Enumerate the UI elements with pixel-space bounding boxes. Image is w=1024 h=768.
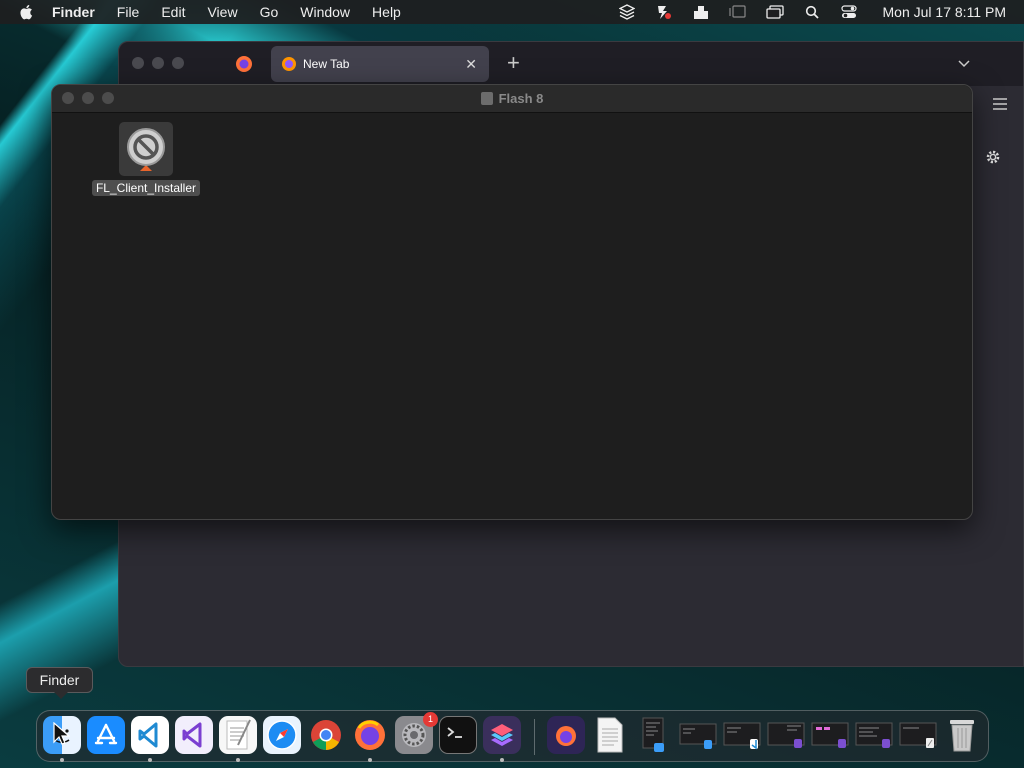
dock: 1 — [36, 710, 989, 762]
firefox-icon[interactable] — [351, 716, 389, 754]
running-indicator — [500, 758, 504, 762]
window-title-text: Flash 8 — [498, 91, 544, 106]
finder-titlebar[interactable]: Flash 8 — [52, 85, 972, 113]
visual-studio-icon[interactable] — [175, 716, 213, 754]
minimize-button[interactable] — [152, 57, 164, 69]
apple-menu-icon[interactable] — [18, 3, 36, 21]
search-icon[interactable] — [803, 4, 821, 20]
window-thumb-icon[interactable] — [811, 716, 849, 754]
disk-volume-icon — [480, 92, 493, 105]
settings-icon[interactable]: 1 — [395, 712, 438, 754]
app-store-icon[interactable] — [87, 716, 125, 754]
window-thumb-icon[interactable] — [679, 716, 717, 754]
browser-traffic-lights — [132, 57, 192, 69]
menu-extras: Mon Jul 17 8:11 PM — [599, 0, 1006, 24]
chevron-down-icon[interactable] — [957, 56, 971, 70]
tab-strip: New Tab ✕ + — [119, 42, 1023, 86]
new-tab-button[interactable]: + — [507, 52, 520, 74]
menu-edit[interactable]: Edit — [161, 4, 185, 20]
firefox-icon — [282, 57, 296, 71]
dock-tooltip: Finder — [26, 667, 93, 699]
menu-window[interactable]: Window — [300, 4, 350, 20]
window-title: Flash 8 — [52, 91, 972, 106]
bag-icon[interactable] — [692, 4, 710, 20]
window-thumb-icon[interactable] — [855, 716, 893, 754]
finder-window: Flash 8 FL_Client_Installer — [51, 84, 973, 520]
trash-icon[interactable] — [943, 716, 981, 754]
menu-app-name[interactable]: Finder — [52, 4, 95, 20]
running-indicator — [368, 758, 372, 762]
menu-bar: Finder File Edit View Go Window Help Mon… — [0, 0, 1024, 24]
window-thumb-icon[interactable] — [635, 716, 673, 754]
mouse-cursor-icon — [53, 722, 70, 745]
file-item[interactable]: FL_Client_Installer — [90, 122, 202, 197]
gear-icon[interactable] — [985, 149, 1001, 165]
shortcuts-icon[interactable] — [483, 716, 521, 754]
control-center-icon[interactable] — [840, 4, 858, 20]
firefox-icon[interactable] — [235, 55, 253, 73]
dock-separator — [534, 719, 535, 755]
text-doc-icon[interactable] — [591, 716, 629, 754]
menu-help[interactable]: Help — [372, 4, 401, 20]
running-indicator — [236, 758, 240, 762]
menu-file[interactable]: File — [117, 4, 140, 20]
airplay-icon[interactable] — [728, 4, 747, 20]
window-thumb-icon[interactable] — [723, 716, 761, 754]
terminal-icon[interactable] — [439, 716, 477, 754]
display-icon[interactable] — [765, 4, 784, 20]
close-button[interactable] — [132, 57, 144, 69]
menu-view[interactable]: View — [207, 4, 237, 20]
installer-icon[interactable] — [119, 122, 173, 176]
tab-new-tab[interactable]: New Tab ✕ — [271, 46, 489, 82]
window-thumb-icon[interactable] — [767, 716, 805, 754]
menu-icon[interactable] — [993, 98, 1007, 110]
vscode-icon[interactable] — [131, 716, 169, 754]
vpn-icon[interactable] — [655, 4, 673, 20]
layers-icon[interactable] — [618, 4, 636, 20]
file-name[interactable]: FL_Client_Installer — [91, 180, 201, 196]
tab-title: New Tab — [303, 57, 350, 71]
menu-clock[interactable]: Mon Jul 17 8:11 PM — [883, 4, 1006, 20]
close-tab-icon[interactable]: ✕ — [465, 56, 477, 73]
zoom-button[interactable] — [172, 57, 184, 69]
running-indicator — [148, 758, 152, 762]
chrome-icon[interactable] — [307, 716, 345, 754]
running-indicator — [60, 758, 64, 762]
textedit-icon[interactable] — [219, 716, 257, 754]
menu-go[interactable]: Go — [260, 4, 279, 20]
window-thumb-icon[interactable] — [899, 716, 937, 754]
notification-badge: 1 — [423, 712, 438, 727]
safari-icon[interactable] — [263, 716, 301, 754]
firefox-doc-icon[interactable] — [547, 716, 585, 754]
